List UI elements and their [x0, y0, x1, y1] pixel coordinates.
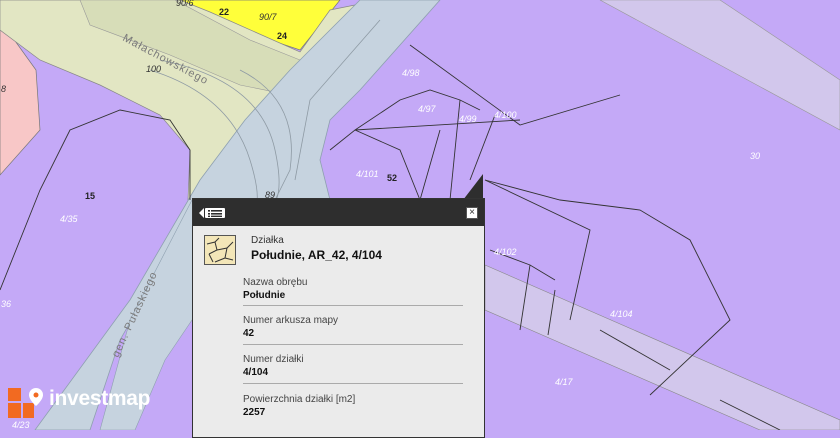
parcel-label: 4/97 — [418, 104, 437, 114]
parcel-label: 90/6 — [176, 0, 194, 8]
field-value: 42 — [243, 328, 255, 339]
parcel-label: 4/99 — [459, 114, 477, 124]
parcel-label: 4/35 — [60, 214, 79, 224]
field-label: Powierzchnia działki [m2] — [243, 394, 356, 405]
parcel-label: 4/104 — [610, 309, 633, 319]
parcel-label: 36 — [1, 299, 11, 309]
parcel-label: 22 — [219, 7, 229, 17]
field-value: Południe — [243, 290, 286, 301]
divider — [243, 344, 463, 345]
parcel-label: 15 — [85, 191, 95, 201]
divider — [243, 383, 463, 384]
parcel-label: 4/102 — [494, 247, 517, 257]
field-value: 4/104 — [243, 367, 269, 378]
close-icon[interactable]: × — [466, 207, 478, 219]
field-parcel-area: Powierzchnia działki [m2] 2257 — [243, 394, 463, 418]
field-label: Numer arkusza mapy — [243, 315, 339, 326]
investmap-logo-icon — [8, 388, 43, 418]
parcel-label: 4/23 — [12, 420, 30, 430]
parcel-label: 4/101 — [356, 169, 379, 179]
parcel-label: 90/7 — [259, 12, 278, 22]
parcel-info-popup: × Działka Południe, AR_42, 4/104 Nazwa o… — [192, 198, 485, 438]
investmap-logo-text: investmap — [49, 387, 151, 410]
field-label: Nazwa obrębu — [243, 277, 308, 288]
popup-title: Południe, AR_42, 4/104 — [251, 248, 382, 262]
popup-header: × — [193, 199, 484, 226]
field-sheet-number: Numer arkusza mapy 42 — [243, 315, 463, 339]
parcel-label: 30 — [750, 151, 760, 161]
parcel-label: 24 — [277, 31, 287, 41]
parcel-label: 52 — [387, 173, 397, 183]
parcel-label: 4/98 — [402, 68, 420, 78]
popup-type-label: Działka — [251, 235, 284, 246]
field-parcel-number: Numer działki 4/104 — [243, 354, 463, 378]
parcel-label: 100 — [146, 64, 161, 74]
parcel-label: 4/17 — [555, 377, 574, 387]
field-label: Numer działki — [243, 354, 304, 365]
parcel-label: 4/100 — [494, 110, 517, 120]
parcel-label: 8 — [1, 84, 6, 94]
divider — [243, 305, 463, 306]
parcel-icon — [204, 235, 236, 265]
list-icon[interactable] — [199, 207, 225, 219]
field-precinct: Nazwa obrębu Południe — [243, 277, 463, 301]
field-value: 2257 — [243, 407, 266, 418]
popup-pointer — [463, 174, 483, 200]
